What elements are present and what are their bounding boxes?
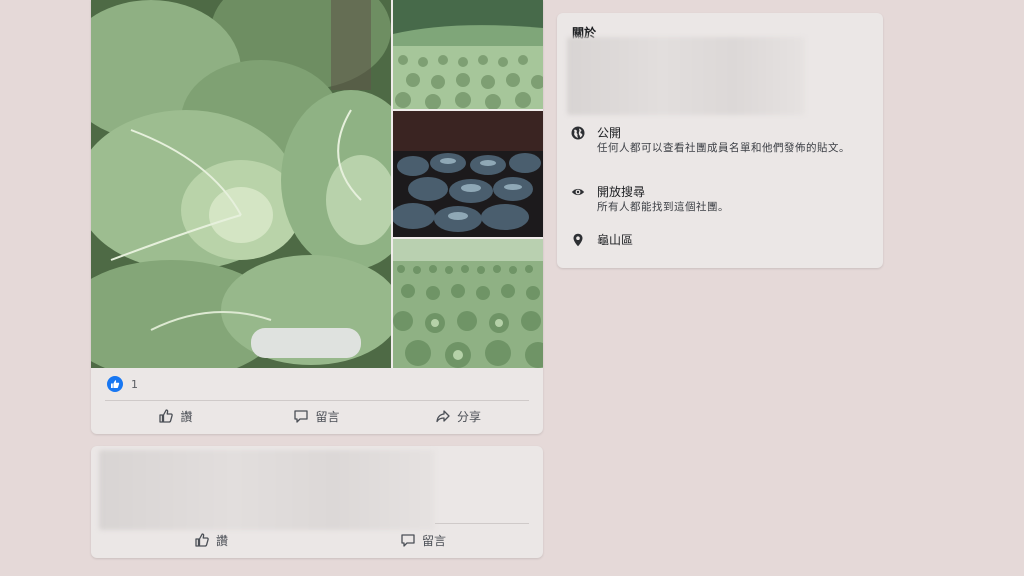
comment-button[interactable]: 留言 [246,408,387,425]
globe-icon [571,126,585,140]
thumbs-up-icon [159,409,174,423]
second-post-action-bar: 讚 留言 [105,529,529,551]
post-photo-cabbage-field-hillside[interactable] [393,0,543,109]
post-reactions[interactable]: 1 [107,375,138,393]
comment-button-label: 留言 [315,409,340,424]
action-divider [435,523,529,524]
eye-icon [571,188,585,196]
action-divider [105,400,529,401]
about-card: 關於 公開 任何人都可以查看社團成員名單和他們發佈的貼文。 開放搜尋 所有人都能… [557,13,883,268]
thumbs-up-icon [195,533,209,547]
visibility-label: 開放搜尋 [597,185,646,199]
share-button[interactable]: 分享 [387,408,529,425]
thumbs-up-badge-icon [107,376,123,392]
location-row: 龜山區 [571,232,633,248]
comment-button[interactable]: 留言 [317,532,529,549]
post-photo-cabbage-closeup[interactable] [91,0,391,368]
post-photo-cabbage-night-harvest[interactable] [393,111,543,237]
like-button[interactable]: 讚 [105,532,317,549]
blurred-group-description [567,37,805,115]
like-button-label: 讚 [215,533,228,548]
post-action-bar: 讚 留言 分享 [105,404,529,428]
speech-bubble-icon [401,534,415,547]
post-card: 1 讚 留言 分享 [91,0,543,434]
second-post-card: 讚 留言 [91,446,543,558]
speech-bubble-icon [294,410,309,423]
visibility-row: 開放搜尋 所有人都能找到這個社團。 [571,184,879,215]
visibility-description: 所有人都能找到這個社團。 [597,201,729,213]
blurred-post-content [99,450,435,530]
post-photo-cabbage-field-wide[interactable] [393,239,543,368]
reaction-count: 1 [131,377,138,391]
post-photo-grid [91,0,543,368]
location-label[interactable]: 龜山區 [597,232,633,248]
comment-button-label: 留言 [421,533,446,548]
privacy-row: 公開 任何人都可以查看社團成員名單和他們發佈的貼文。 [571,125,879,156]
map-pin-icon [573,233,583,247]
privacy-label: 公開 [597,126,622,140]
like-button[interactable]: 讚 [105,408,246,425]
like-button-label: 讚 [180,409,193,424]
privacy-description: 任何人都可以查看社團成員名單和他們發佈的貼文。 [597,142,850,154]
share-button-label: 分享 [456,409,481,424]
share-arrow-icon [436,410,450,423]
